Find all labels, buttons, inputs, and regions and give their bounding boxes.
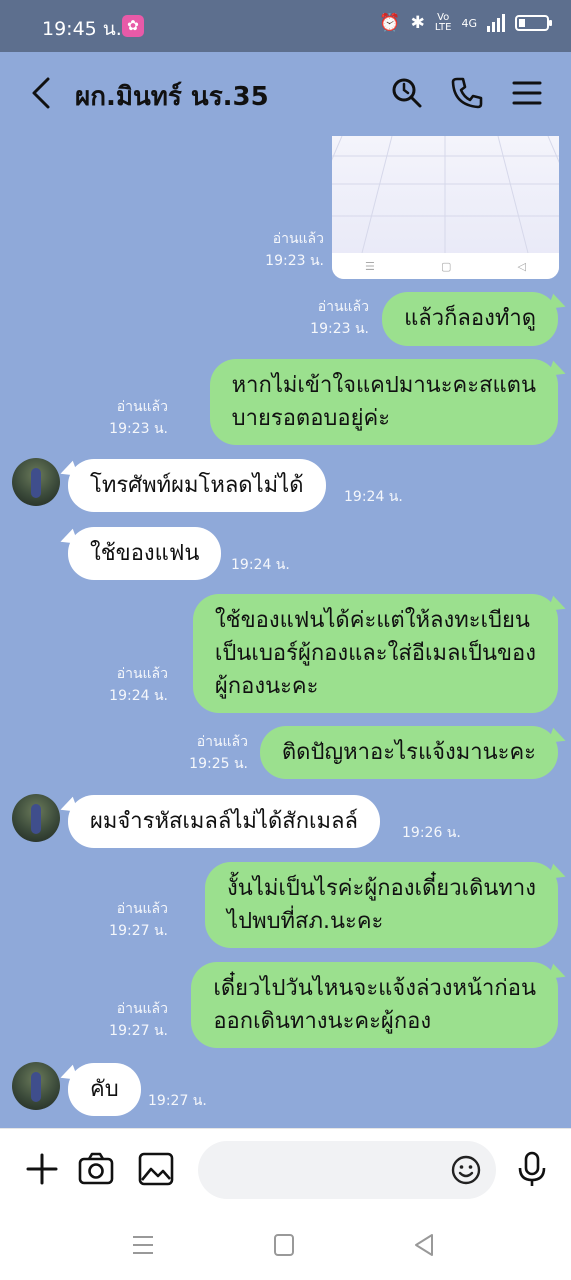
- mic-icon[interactable]: [512, 1149, 552, 1189]
- message-meta: อ่านแล้ว 19:25 น.: [189, 731, 248, 775]
- incoming-message[interactable]: โทรศัพท์ผมโหลดไม่ได้: [68, 459, 326, 512]
- message-meta: อ่านแล้ว 19:23 น.: [310, 296, 369, 340]
- search-icon[interactable]: [388, 74, 426, 112]
- nav-home-icon[interactable]: [272, 1232, 298, 1258]
- network-type-icon: 4G: [461, 16, 477, 30]
- message-time: 19:27 น.: [109, 923, 168, 939]
- input-bar: [0, 1128, 571, 1210]
- status-time: 19:45 น.: [42, 18, 122, 40]
- outgoing-message[interactable]: หากไม่เข้าใจแคปมานะคะสแตน บายรอตอบอยู่ค่…: [209, 359, 558, 445]
- outgoing-message[interactable]: เดี๋ยวไปวันไหนจะแจ้งล่วงหน้าก่อน ออกเดิน…: [191, 962, 558, 1048]
- camera-icon[interactable]: [76, 1149, 116, 1189]
- app-notification-icon: ✿: [122, 15, 144, 37]
- incoming-message[interactable]: ผมจำรหัสเมลล์ไม่ได้สักเมลล์: [68, 795, 381, 848]
- menu-icon[interactable]: [508, 74, 546, 112]
- avatar[interactable]: [12, 794, 60, 842]
- message-meta: อ่านแล้ว 19:27 น.: [109, 998, 168, 1042]
- avatar[interactable]: [12, 1062, 60, 1110]
- message-time: 19:26 น.: [402, 825, 461, 841]
- signal-icon: [487, 14, 505, 32]
- nav-menu-icon[interactable]: [130, 1232, 156, 1258]
- thumbnail-navbar: ☰ ▢ ◁: [332, 253, 559, 279]
- message-meta: อ่านแล้ว 19:27 น.: [109, 898, 168, 942]
- message-time: 19:24 น.: [344, 489, 403, 505]
- back-chevron-icon[interactable]: [26, 74, 60, 112]
- message-time: 19:23 น.: [109, 421, 168, 437]
- read-receipt: อ่านแล้ว: [116, 901, 168, 917]
- outgoing-message[interactable]: แล้วก็ลองทำดู: [382, 292, 558, 346]
- emoji-icon[interactable]: [450, 1154, 482, 1186]
- message-meta: อ่านแล้ว 19:23 น.: [265, 228, 324, 272]
- message-meta: อ่านแล้ว 19:23 น.: [109, 396, 168, 440]
- outgoing-message[interactable]: ติดปัญหาอะไรแจ้งมานะคะ: [259, 726, 558, 779]
- read-receipt: อ่านแล้ว: [272, 231, 324, 247]
- message-time: 19:25 น.: [189, 756, 248, 772]
- nav-back-icon[interactable]: [412, 1232, 438, 1258]
- outgoing-message[interactable]: งั้นไม่เป็นไรค่ะผู้กองเดี๋ยวเดินทาง ไปพบ…: [205, 862, 558, 948]
- message-time: 19:24 น.: [109, 688, 168, 704]
- message-meta: อ่านแล้ว 19:24 น.: [109, 663, 168, 707]
- incoming-message[interactable]: คับ: [68, 1063, 141, 1116]
- message-input[interactable]: [198, 1141, 496, 1199]
- chat-header: ผก.มินทร์ นร.35: [0, 52, 571, 134]
- image-message[interactable]: ☰ ▢ ◁: [332, 136, 559, 279]
- message-time: 19:23 น.: [310, 321, 369, 337]
- bluetooth-icon: ✱: [410, 13, 425, 33]
- read-receipt: อ่านแล้ว: [116, 1001, 168, 1017]
- incoming-message[interactable]: ใช้ของแฟน: [68, 527, 222, 580]
- outgoing-message[interactable]: ใช้ของแฟนได้ค่ะแต่ให้ลงทะเบียน เป็นเบอร์…: [192, 594, 558, 713]
- chat-area[interactable]: ☰ ▢ ◁ อ่านแล้ว 19:23 น. แล้วก็ลองทำดู อ่าน…: [0, 134, 571, 1128]
- message-time: 19:24 น.: [231, 557, 290, 573]
- message-time: 19:27 น.: [148, 1093, 207, 1109]
- alarm-icon: ⏰: [379, 13, 401, 33]
- battery-icon: [515, 15, 552, 31]
- message-time: 19:27 น.: [109, 1023, 168, 1039]
- plus-icon[interactable]: [22, 1149, 62, 1189]
- read-receipt: อ่านแล้ว: [116, 666, 168, 682]
- phone-icon[interactable]: [448, 74, 486, 112]
- status-bar: 19:45 น. ✿ ⏰ ✱ Vo LTE 4G: [0, 0, 571, 52]
- system-nav-bar: [0, 1210, 571, 1280]
- read-receipt: อ่านแล้ว: [116, 399, 168, 415]
- message-time: 19:23 น.: [265, 253, 324, 269]
- system-icons: ⏰ ✱ Vo LTE 4G: [379, 12, 552, 33]
- avatar[interactable]: [12, 458, 60, 506]
- chat-title: ผก.มินทร์ นร.35: [75, 82, 269, 112]
- image-icon[interactable]: [136, 1149, 176, 1189]
- volte-icon: Vo LTE: [434, 12, 452, 33]
- read-receipt: อ่านแล้ว: [196, 734, 248, 750]
- read-receipt: อ่านแล้ว: [317, 299, 369, 315]
